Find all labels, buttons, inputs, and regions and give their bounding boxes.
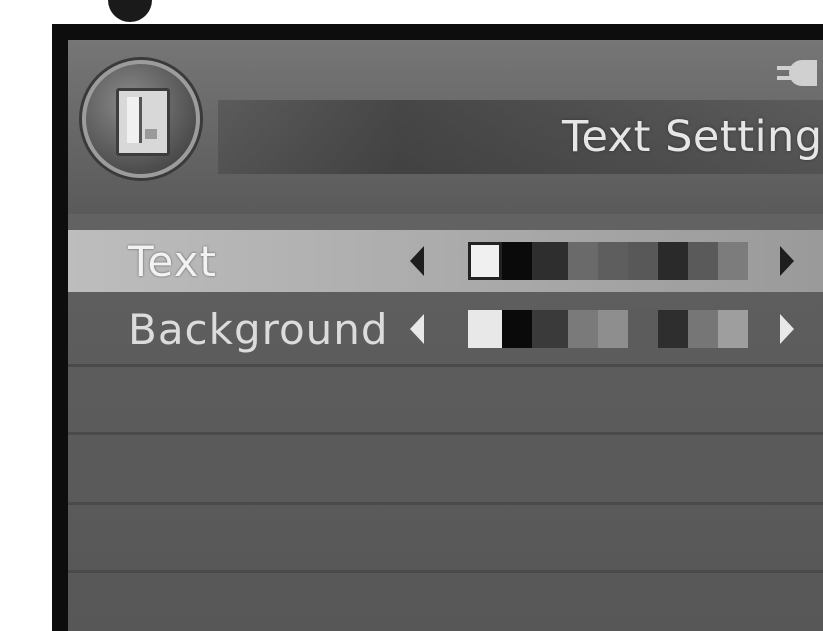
color-swatch[interactable]	[658, 242, 688, 280]
color-swatch[interactable]	[568, 310, 598, 348]
divider	[68, 570, 823, 573]
color-swatch[interactable]	[658, 310, 688, 348]
book-icon	[82, 60, 200, 178]
book-glyph	[116, 88, 170, 156]
settings-panel: Text Setting Text Background	[68, 40, 823, 631]
divider	[68, 432, 823, 435]
text-arrow-left-icon[interactable]	[410, 246, 424, 276]
color-swatch[interactable]	[598, 310, 628, 348]
background-arrow-left-icon[interactable]	[410, 314, 424, 344]
color-swatch[interactable]	[468, 310, 502, 348]
color-swatch[interactable]	[598, 242, 628, 280]
divider	[68, 364, 823, 367]
corner-mark	[108, 0, 152, 22]
color-swatch[interactable]	[532, 310, 568, 348]
text-color-palette[interactable]	[468, 242, 748, 280]
color-swatch[interactable]	[628, 242, 658, 280]
color-swatch[interactable]	[628, 310, 658, 348]
background-arrow-right-icon[interactable]	[780, 314, 794, 344]
color-swatch[interactable]	[502, 242, 532, 280]
background-color-row[interactable]: Background	[68, 298, 823, 360]
background-label: Background	[128, 305, 389, 354]
background-color-palette[interactable]	[468, 310, 748, 348]
text-label: Text	[128, 237, 217, 286]
color-swatch[interactable]	[718, 310, 748, 348]
color-swatch[interactable]	[568, 242, 598, 280]
color-swatch[interactable]	[532, 242, 568, 280]
color-swatch[interactable]	[718, 242, 748, 280]
tv-screen: Text Setting Text Background	[52, 24, 823, 631]
divider	[68, 502, 823, 505]
text-color-row[interactable]: Text	[68, 230, 823, 292]
color-swatch[interactable]	[688, 310, 718, 348]
text-arrow-right-icon[interactable]	[780, 246, 794, 276]
plug-icon	[773, 58, 817, 88]
page-title: Text Setting	[562, 112, 823, 162]
panel-header: Text Setting	[68, 40, 823, 214]
color-swatch[interactable]	[688, 242, 718, 280]
color-swatch[interactable]	[468, 242, 502, 280]
color-swatch[interactable]	[502, 310, 532, 348]
